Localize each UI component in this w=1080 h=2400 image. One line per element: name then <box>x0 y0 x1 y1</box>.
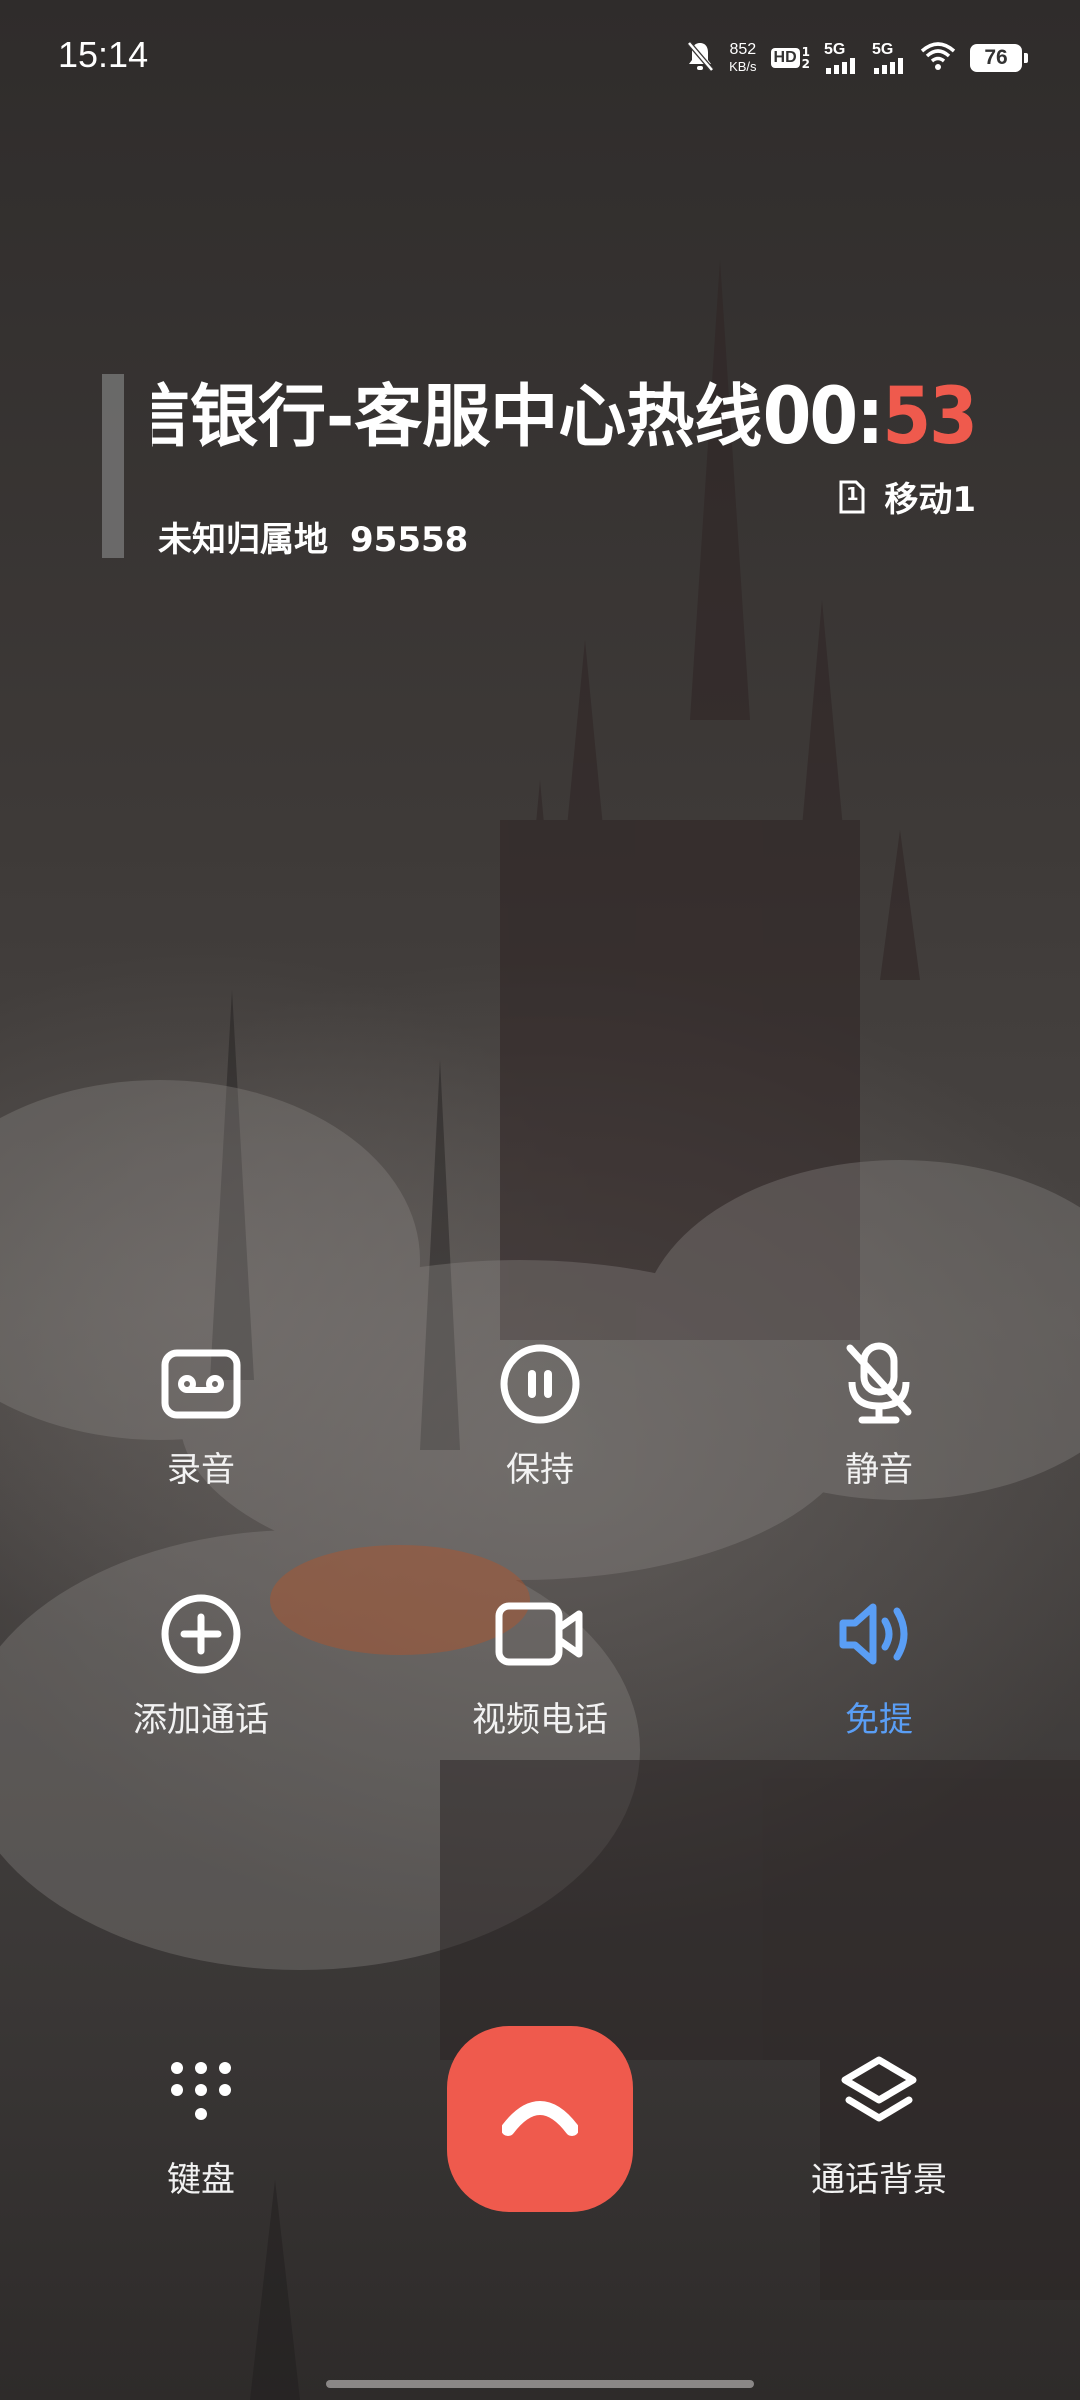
caller-location: 未知归属地 <box>158 520 328 560</box>
net-speed: 852 KB/s <box>729 41 756 75</box>
net-speed-unit: KB/s <box>729 59 757 74</box>
record-button[interactable]: 录音 <box>71 1334 331 1491</box>
timer-seconds: 53 <box>882 372 978 462</box>
keypad-button[interactable]: 键盘 <box>71 2044 331 2201</box>
sim-slot-number: 1 <box>846 483 859 505</box>
call-background-button[interactable]: 通话背景 <box>749 2044 1009 2201</box>
hd-label: HD <box>770 48 800 68</box>
hold-label: 保持 <box>506 1450 574 1490</box>
mute-label: 静音 <box>845 1450 913 1490</box>
signal-sim1-icon: 5G <box>824 42 858 74</box>
keypad-label: 键盘 <box>167 2160 235 2200</box>
wifi-icon <box>920 41 956 75</box>
caller-name: 信银行-客服中心热线 <box>152 368 792 468</box>
sim-indicator: 1 移动1 <box>838 472 976 521</box>
call-background-label: 通话背景 <box>811 2160 947 2200</box>
hang-up-icon <box>501 2097 579 2141</box>
sim2-network-label: 5G <box>872 41 894 58</box>
mic-off-icon <box>829 1334 929 1434</box>
mute-button[interactable]: 静音 <box>749 1334 1009 1491</box>
status-time: 15:14 <box>58 34 149 75</box>
add-call-label: 添加通话 <box>133 1700 269 1740</box>
caller-name-text: 信银行-客服中心热线 <box>152 378 763 457</box>
net-speed-value: 852 <box>729 41 757 58</box>
carrier-label: 移动1 <box>884 480 976 520</box>
video-camera-icon <box>490 1584 590 1684</box>
speaker-icon <box>829 1584 929 1684</box>
home-indicator[interactable] <box>326 2380 754 2388</box>
caller-number: 95558 <box>350 520 469 560</box>
plus-circle-icon <box>151 1584 251 1684</box>
video-call-button[interactable]: 视频电话 <box>410 1584 670 1741</box>
end-call-button[interactable] <box>447 2026 633 2212</box>
caller-details: 未知归属地 95558 <box>158 512 468 561</box>
timer-minutes: 00: <box>762 372 885 462</box>
record-tape-icon <box>151 1334 251 1434</box>
signal-sim2-icon: 5G <box>872 42 906 74</box>
pause-icon <box>490 1334 590 1434</box>
bell-off-icon <box>685 39 715 77</box>
dialpad-icon <box>151 2044 251 2144</box>
status-bar: 15:14 852 KB/s HD 12 5G 5G 76 <box>0 0 1080 112</box>
sim1-network-label: 5G <box>824 41 846 58</box>
call-timer: 00:53 <box>762 372 978 462</box>
speaker-button[interactable]: 免提 <box>749 1584 1009 1741</box>
record-label: 录音 <box>167 1450 235 1490</box>
add-call-button[interactable]: 添加通话 <box>71 1584 331 1741</box>
caller-accent-bar <box>102 374 124 558</box>
video-call-label: 视频电话 <box>472 1700 608 1740</box>
hold-button[interactable]: 保持 <box>410 1334 670 1491</box>
hd-icon: HD 12 <box>770 46 810 70</box>
status-icons: 852 KB/s HD 12 5G 5G 76 <box>685 36 1028 80</box>
layers-icon <box>829 2044 929 2144</box>
speaker-label: 免提 <box>845 1700 913 1740</box>
battery-icon: 76 <box>970 44 1028 72</box>
sim-card-icon: 1 <box>838 479 866 515</box>
